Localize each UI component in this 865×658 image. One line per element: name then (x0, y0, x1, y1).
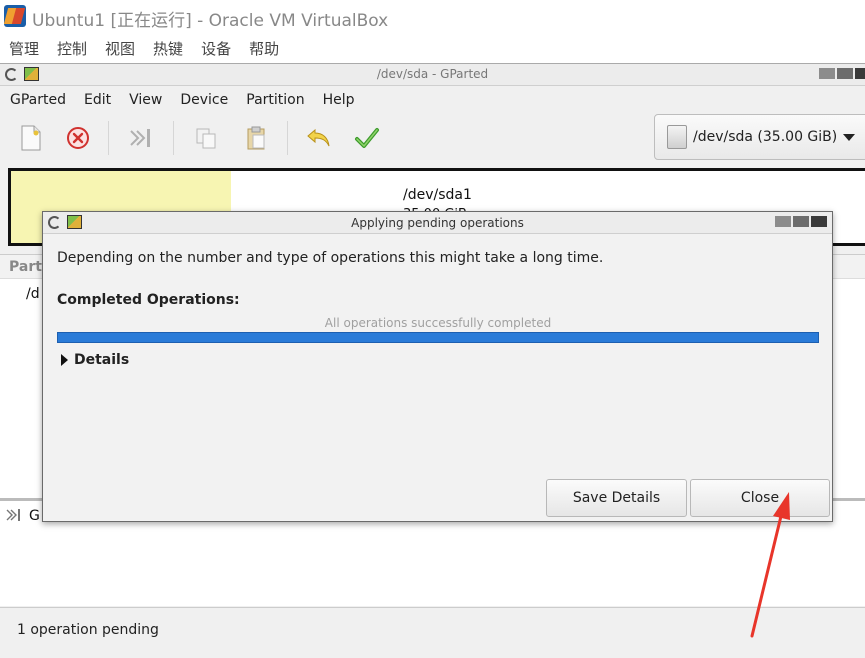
close-window-button[interactable] (811, 216, 827, 227)
paste-icon[interactable] (241, 123, 271, 153)
apply-icon[interactable] (352, 123, 382, 153)
minimize-button[interactable] (775, 216, 791, 227)
progress-bar-fill (58, 333, 818, 342)
gparted-titlebar: /dev/sda - GParted (0, 64, 865, 86)
resize-move-icon (6, 509, 20, 521)
menu-edit[interactable]: Edit (84, 92, 111, 108)
statusbar: 1 operation pending (0, 607, 865, 653)
progress-bar (57, 332, 819, 343)
expander-arrow-icon (61, 354, 68, 366)
status-text: 1 operation pending (17, 622, 159, 638)
undo-icon[interactable] (304, 123, 334, 153)
dialog-window-controls (773, 216, 827, 227)
hard-disk-icon (667, 125, 687, 149)
maximize-button[interactable] (837, 68, 853, 79)
copy-icon[interactable] (191, 123, 221, 153)
pending-operation-item[interactable]: G (29, 508, 40, 524)
partition-graph-name: /dev/sda1 (403, 187, 472, 203)
toolbar-separator (108, 121, 109, 155)
resize-move-icon[interactable] (126, 123, 156, 153)
save-details-button[interactable]: Save Details (546, 479, 687, 517)
gparted-menubar: GParted Edit View Device Partition Help (0, 87, 865, 113)
vb-menu-devices[interactable]: 设备 (201, 38, 231, 59)
virtualbox-logo-icon (4, 5, 26, 27)
close-window-button[interactable] (855, 68, 865, 79)
menu-device[interactable]: Device (180, 92, 228, 108)
chevron-down-icon (843, 133, 856, 141)
vb-menu-help[interactable]: 帮助 (249, 38, 279, 59)
partition-list-row[interactable]: /d (26, 286, 40, 302)
virtualbox-window-title: Ubuntu1 [正在运行] - Oracle VM VirtualBox (32, 11, 389, 31)
menu-partition[interactable]: Partition (246, 92, 304, 108)
vb-menu-manage[interactable]: 管理 (9, 38, 39, 59)
details-label: Details (74, 352, 130, 368)
guest-screen: /dev/sda - GParted GParted Edit View Dev… (0, 63, 865, 658)
virtualbox-titlebar: Ubuntu1 [正在运行] - Oracle VM VirtualBox (0, 0, 865, 34)
details-expander[interactable]: Details (61, 350, 129, 370)
device-selector[interactable]: /dev/sda (35.00 GiB) (654, 114, 865, 160)
vb-menu-control[interactable]: 控制 (57, 38, 87, 59)
delete-partition-icon[interactable] (63, 123, 93, 153)
virtualbox-menubar: 管理 控制 视图 热键 设备 帮助 (0, 34, 865, 62)
progress-status-text: All operations successfully completed (324, 316, 552, 330)
maximize-button[interactable] (793, 216, 809, 227)
toolbar-separator (287, 121, 288, 155)
applying-operations-dialog: Applying pending operations Depending on… (42, 211, 833, 522)
new-partition-icon[interactable] (16, 123, 46, 153)
device-selector-label: /dev/sda (35.00 GiB) (693, 129, 838, 145)
gparted-window-controls (817, 68, 865, 79)
column-header-partition[interactable]: Part (9, 259, 42, 275)
minimize-button[interactable] (819, 68, 835, 79)
completed-operations-label: Completed Operations: (57, 292, 240, 308)
dialog-message: Depending on the number and type of oper… (57, 250, 604, 266)
vb-menu-view[interactable]: 视图 (105, 38, 135, 59)
toolbar-separator (173, 121, 174, 155)
vb-menu-hotkeys[interactable]: 热键 (153, 38, 183, 59)
menu-help[interactable]: Help (323, 92, 355, 108)
screen: Ubuntu1 [正在运行] - Oracle VM VirtualBox 管理… (0, 0, 865, 658)
close-button[interactable]: Close (690, 479, 830, 517)
menu-view[interactable]: View (129, 92, 162, 108)
dialog-titlebar: Applying pending operations (43, 212, 832, 234)
gparted-window-title: /dev/sda - GParted (376, 67, 489, 81)
menu-gparted[interactable]: GParted (10, 92, 66, 108)
dialog-title: Applying pending operations (351, 216, 524, 230)
